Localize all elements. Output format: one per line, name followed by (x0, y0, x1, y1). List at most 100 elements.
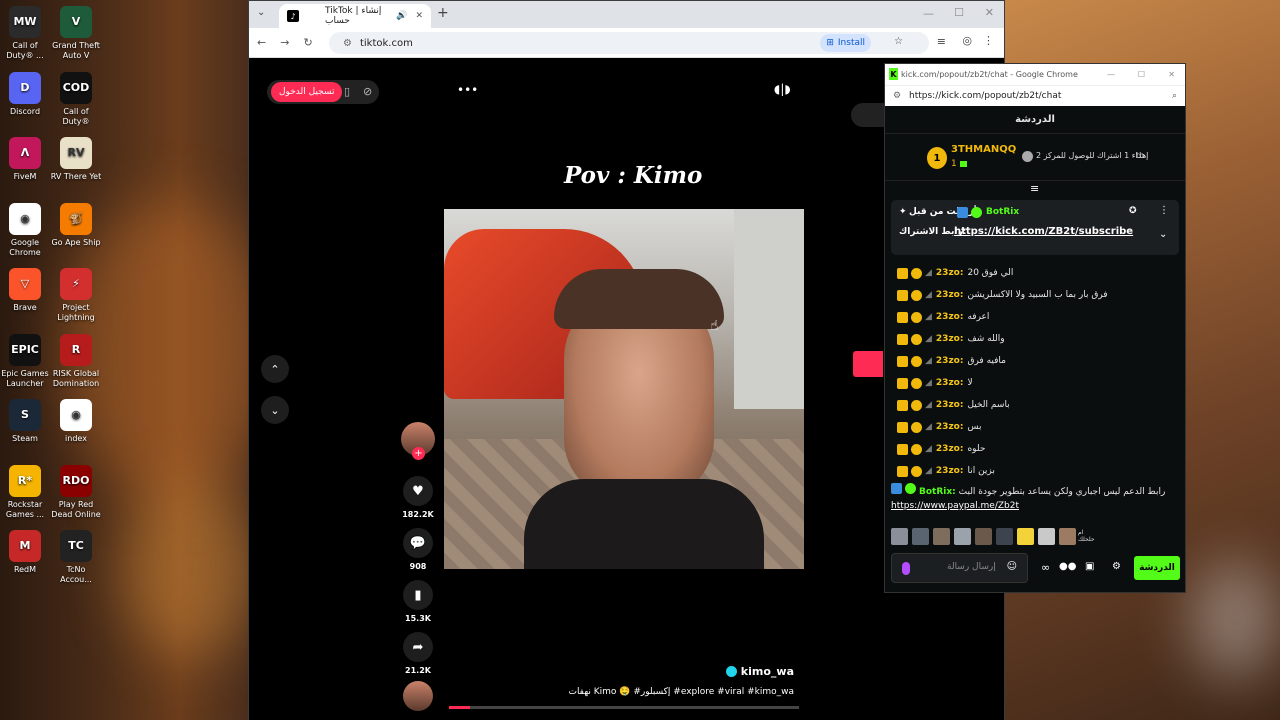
gift-icon[interactable]: ▣ (1085, 561, 1094, 572)
chat-username[interactable]: 23zo: (936, 334, 964, 344)
install-button[interactable]: ⊞ Install (820, 34, 871, 52)
desktop-icon[interactable]: S Steam (0, 399, 51, 444)
forward-icon[interactable]: → (280, 36, 289, 49)
desktop-icon[interactable]: ◉ index (50, 399, 102, 444)
volume-icon[interactable]: ◖|◗ (774, 82, 791, 96)
chat-username[interactable]: 23zo: (936, 400, 964, 410)
chat-username[interactable]: 23zo: (936, 444, 964, 454)
desktop-icon[interactable]: R* Rockstar Games ... (0, 464, 51, 520)
desktop-icon[interactable]: ⚡ Project Lightning (50, 268, 102, 323)
emote-thumbnail[interactable] (891, 528, 908, 545)
kick-address-bar[interactable]: ⚙ https://kick.com/popout/zb2t/chat ⌕ (885, 85, 1185, 106)
emote-thumbnail[interactable] (912, 528, 929, 545)
speaker-icon[interactable]: 🔊 (396, 11, 407, 21)
desktop-icon[interactable]: Λ FiveM (0, 137, 51, 182)
minimize-icon[interactable]: — (923, 7, 934, 20)
back-icon[interactable]: ← (257, 36, 266, 49)
desktop-icon[interactable]: COD Call of Duty® (50, 71, 102, 127)
video-player[interactable] (444, 209, 804, 569)
pinned-user[interactable]: BotRix (986, 207, 1019, 217)
follow-plus-icon[interactable]: + (412, 447, 425, 460)
next-video-button[interactable]: ⌄ (261, 396, 289, 424)
phone-icon[interactable]: ▯ (344, 85, 350, 98)
desktop-icon[interactable]: R RISK Global Domination (50, 333, 102, 389)
music-disc-avatar[interactable] (403, 681, 433, 711)
kick-minimize-icon[interactable]: — (1107, 70, 1115, 79)
follow-side-button[interactable] (853, 351, 883, 377)
emote-thumbnail[interactable] (975, 528, 992, 545)
tab-tiktok[interactable]: ♪ TikTok | إنشاء حساب 🔊 ✕ (279, 4, 431, 28)
rank-icon: ◢ (925, 290, 932, 300)
pinned-expand-icon[interactable]: ⌄ (1159, 229, 1167, 240)
kick-maximize-icon[interactable]: ☐ (1138, 70, 1145, 79)
desktop-icon[interactable]: ◉ Google Chrome (0, 202, 51, 258)
desktop-icon[interactable]: EPIC Epic Games Launcher (0, 333, 51, 389)
menu-kebab-icon[interactable]: ⋮ (983, 34, 994, 47)
media-control-icon[interactable]: ≡ (937, 35, 946, 48)
crown-badge-icon (897, 333, 908, 345)
infinity-icon[interactable]: ∞ (1041, 561, 1050, 574)
address-bar[interactable]: ⚙ tiktok.com ⊞ Install ☆ (329, 32, 929, 54)
tab-close-icon[interactable]: ✕ (415, 11, 423, 21)
bookmark-star-icon[interactable]: ☆ (894, 36, 903, 47)
zoom-icon[interactable]: ⌕ (1172, 91, 1177, 101)
tab-search-icon[interactable]: ⌄ (257, 7, 265, 18)
reload-icon[interactable]: ↻ (303, 36, 312, 49)
mic-icon[interactable] (902, 562, 910, 575)
desktop-icon[interactable]: RV RV There Yet (50, 137, 102, 182)
close-window-icon[interactable]: ✕ (985, 6, 994, 19)
settings-gear-icon[interactable]: ⚙ (1112, 561, 1121, 572)
desktop-icon[interactable]: TC TcNo Accou... (50, 530, 102, 585)
leader-name[interactable]: 3THMANQQ (951, 144, 1016, 155)
desktop-icon[interactable]: V Grand Theft Auto V (50, 6, 102, 61)
login-button[interactable]: تسجيل الدخول (271, 82, 343, 102)
collapse-icon[interactable]: ≡ (1030, 182, 1039, 195)
comment-action[interactable]: 💬 908 (399, 528, 437, 571)
chat-input[interactable]: إرسال رسالة ☺ (891, 553, 1028, 583)
pinned-pin-icon[interactable]: ✪ (1129, 206, 1137, 216)
bot-message-user[interactable]: BotRix: (919, 487, 956, 497)
chat-username[interactable]: 23zo: (936, 268, 964, 278)
send-chat-button[interactable]: الدردشة (1134, 556, 1180, 580)
emote-thumbnail[interactable] (954, 528, 971, 545)
desktop-app-icon: V (60, 6, 92, 38)
more-options-icon[interactable]: ••• (457, 83, 478, 97)
bot-message-link[interactable]: https://www.paypal.me/Zb2t (891, 501, 1177, 511)
pinned-link[interactable]: https://kick.com/ZB2t/subscribe (954, 226, 1133, 237)
desktop-icon[interactable]: ▽ Brave (0, 268, 51, 313)
chat-username[interactable]: 23zo: (936, 290, 964, 300)
compass-icon[interactable]: ⊘ (363, 85, 372, 98)
author-name[interactable]: kimo_wa (741, 665, 794, 678)
emote-thumbnail[interactable] (1059, 528, 1076, 545)
previous-video-button[interactable]: ⌃ (261, 355, 289, 383)
chat-message: ◢ 23zo: مافيه فرق (897, 351, 1185, 371)
desktop-icon[interactable]: D Discord (0, 71, 51, 117)
desktop-icon[interactable]: M RedM (0, 530, 51, 575)
desktop-icon[interactable]: 🐒 Go Ape Ship (50, 202, 102, 248)
chat-username[interactable]: 23zo: (936, 422, 964, 432)
like-action[interactable]: ♥ 182.2K (399, 476, 437, 519)
emote-thumbnail[interactable] (1038, 528, 1055, 545)
points-icon[interactable]: ●● (1059, 561, 1076, 572)
desktop-icon[interactable]: RDO Play Red Dead Online (50, 464, 102, 520)
chat-username[interactable]: 23zo: (936, 466, 964, 476)
crown-badge-icon (897, 311, 908, 323)
pinned-menu-icon[interactable]: ⋮ (1159, 205, 1169, 216)
leader-sub-count: 1 (951, 159, 957, 169)
chat-username[interactable]: 23zo: (936, 312, 964, 322)
new-tab-button[interactable]: + (437, 5, 449, 21)
profile-icon[interactable]: ◎ (962, 34, 972, 47)
desktop-icon[interactable]: MW Call of Duty® ... (0, 6, 51, 61)
site-info-icon[interactable]: ⚙ (343, 38, 352, 49)
kick-close-icon[interactable]: ✕ (1168, 70, 1175, 79)
emote-thumbnail[interactable] (1017, 528, 1034, 545)
video-progress-bar[interactable] (449, 706, 799, 709)
maximize-icon[interactable]: ☐ (954, 6, 964, 19)
chat-username[interactable]: 23zo: (936, 356, 964, 366)
emote-thumbnail[interactable] (996, 528, 1013, 545)
emote-thumbnail[interactable] (933, 528, 950, 545)
share-action[interactable]: ➦ 21.2K (399, 632, 437, 675)
chat-username[interactable]: 23zo: (936, 378, 964, 388)
emoji-icon[interactable]: ☺ (1007, 561, 1017, 572)
bookmark-action[interactable]: ▮ 15.3K (399, 580, 437, 623)
